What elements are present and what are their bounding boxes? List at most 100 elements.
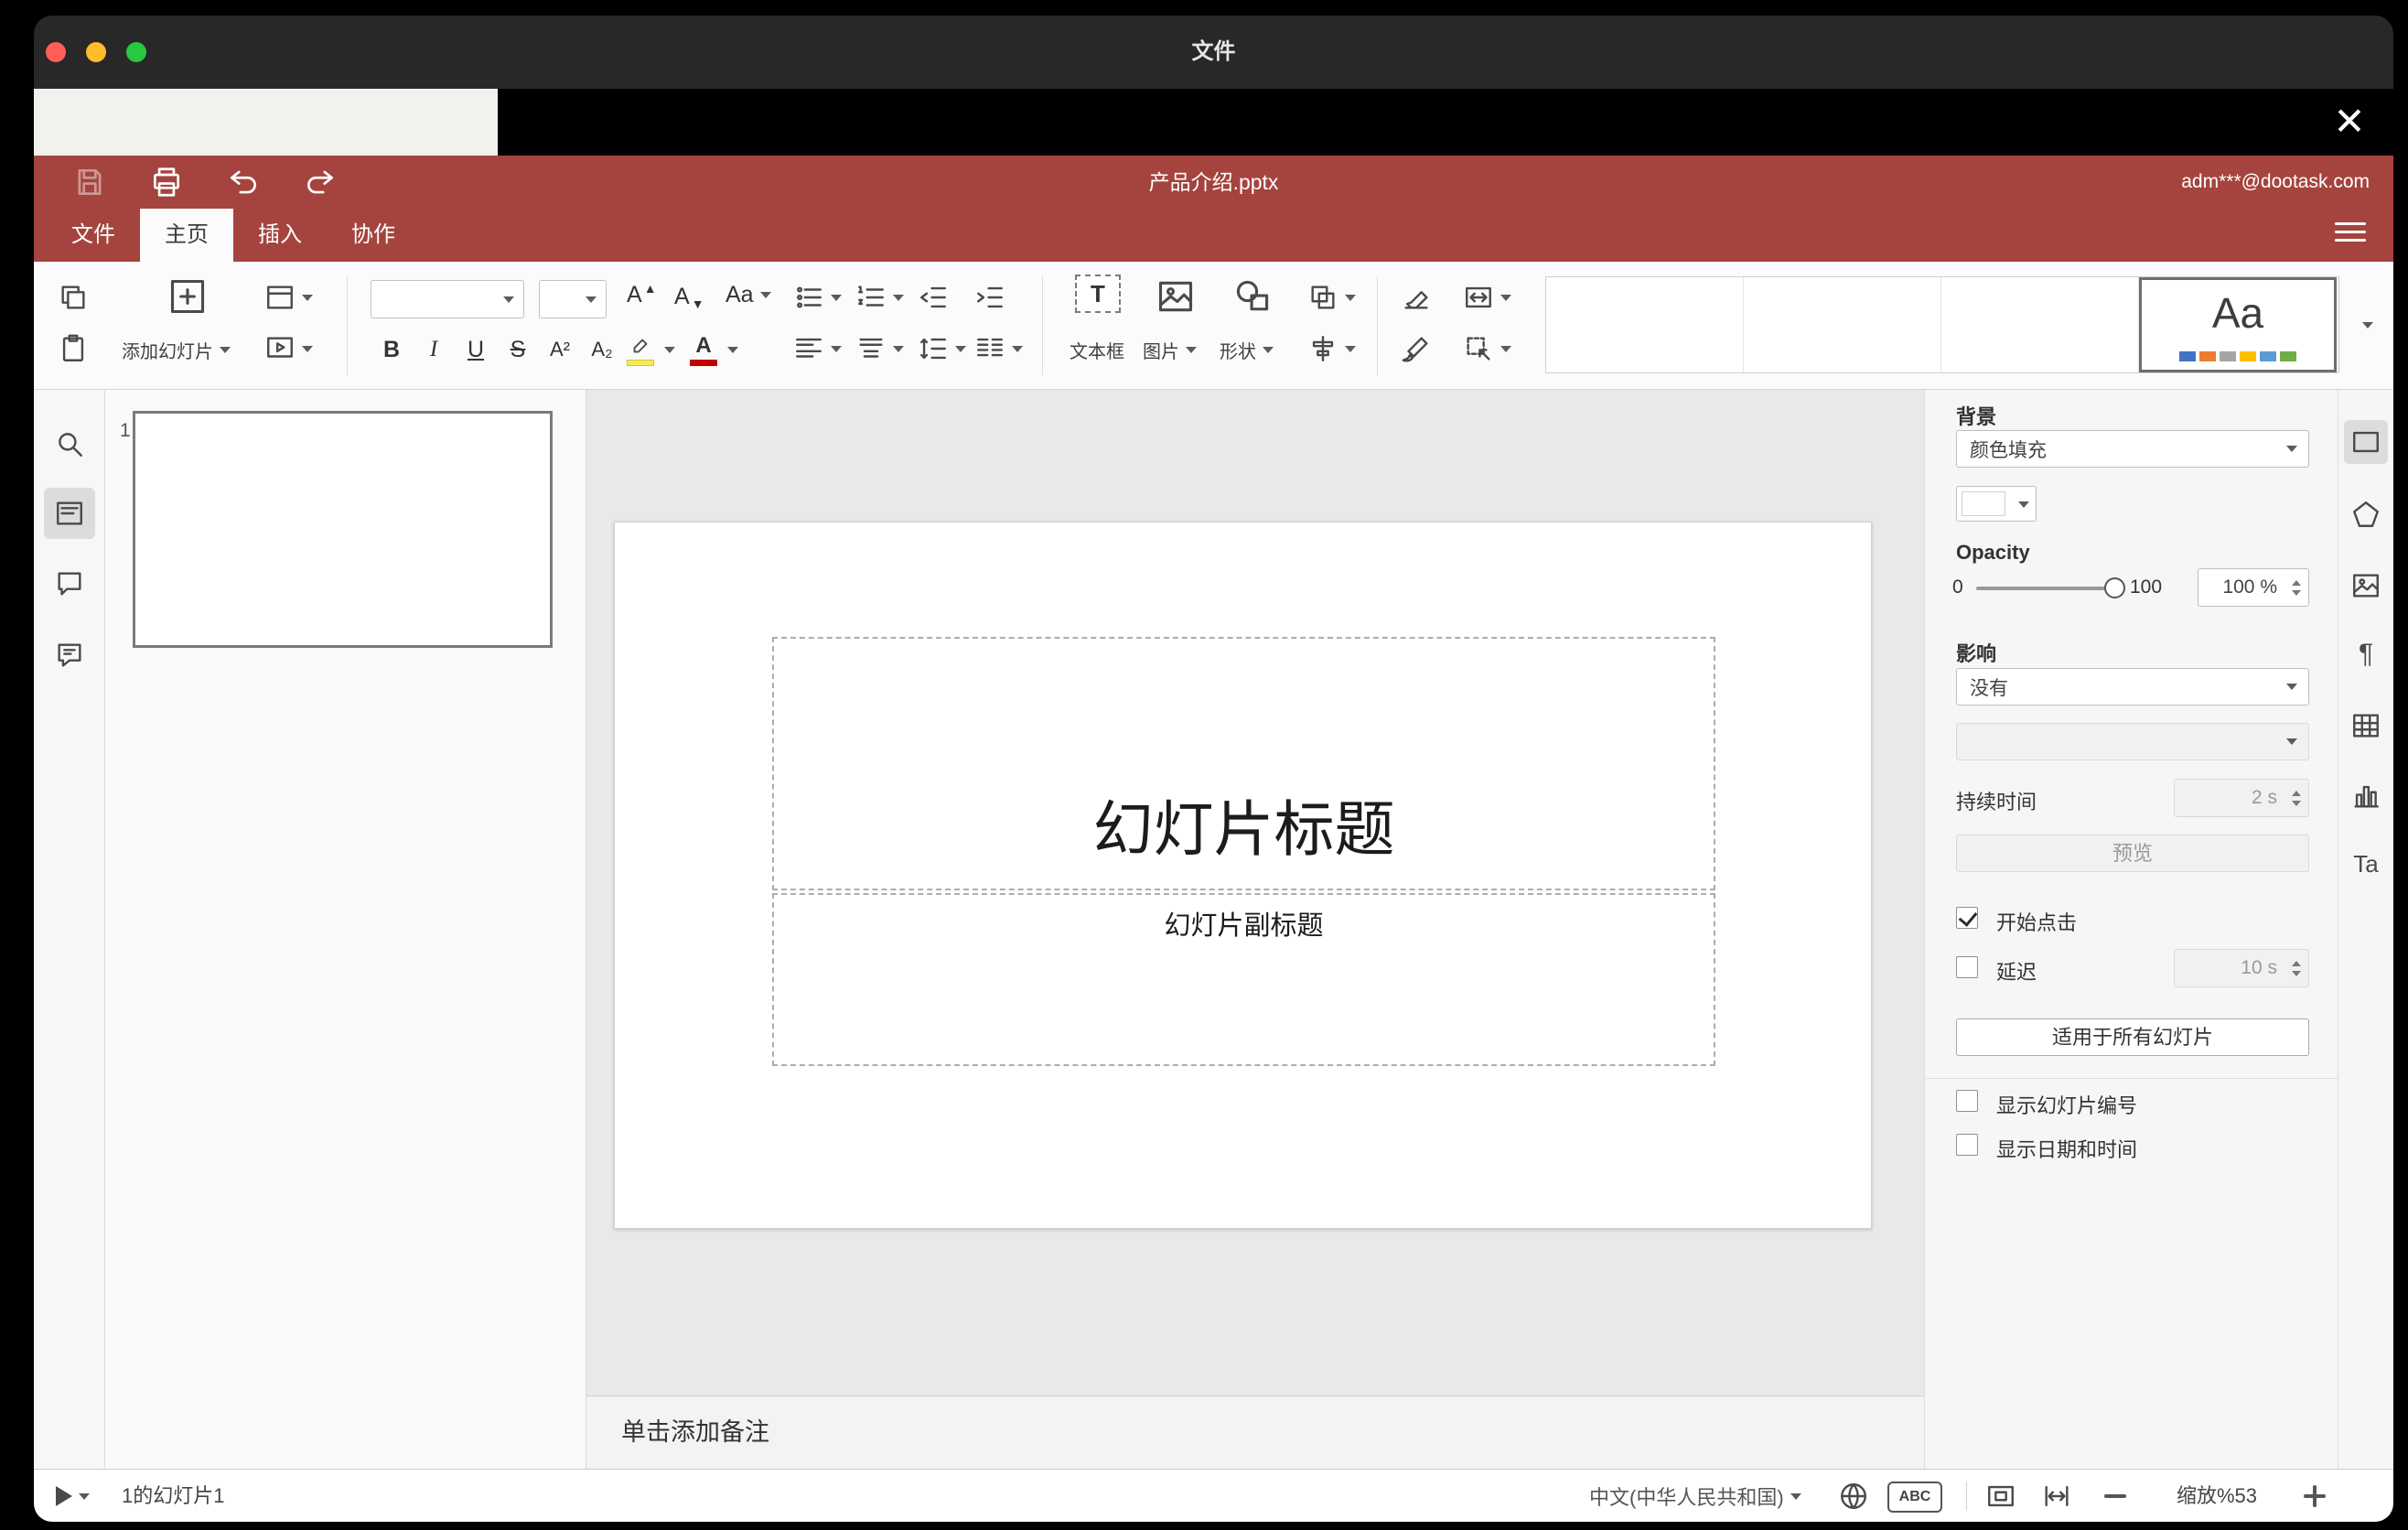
- current-color-chip: [1962, 491, 2005, 516]
- italic-button[interactable]: I: [413, 329, 455, 370]
- font-name-combo[interactable]: [371, 280, 524, 318]
- add-slide-dropdown[interactable]: 添加幻灯片: [122, 337, 231, 363]
- theme-tile-selected[interactable]: Aa: [2139, 277, 2337, 372]
- chart-settings-button[interactable]: [2344, 774, 2388, 818]
- duration-input[interactable]: 2 s: [2174, 779, 2309, 817]
- subtitle-placeholder[interactable]: 幻灯片副标题: [772, 893, 1715, 1066]
- slide-size-button[interactable]: [1463, 282, 1511, 313]
- preview-button[interactable]: 预览: [1956, 835, 2309, 872]
- comments-button[interactable]: [44, 558, 95, 609]
- insert-image-button[interactable]: [1156, 276, 1196, 317]
- fit-width-icon[interactable]: [2041, 1481, 2072, 1512]
- clear-style-button[interactable]: [1401, 282, 1432, 313]
- chevron-down-icon: [586, 296, 597, 303]
- chevron-down-icon: [1500, 294, 1511, 301]
- image-settings-button[interactable]: [2344, 564, 2388, 608]
- effect-select[interactable]: 没有: [1956, 668, 2309, 706]
- tab-insert[interactable]: 插入: [233, 209, 327, 262]
- highlight-color-button[interactable]: [623, 334, 658, 366]
- print-icon[interactable]: [149, 165, 184, 199]
- change-case-button[interactable]: Aa: [726, 282, 771, 308]
- insert-image-dropdown[interactable]: 图片: [1143, 337, 1197, 363]
- title-placeholder[interactable]: 幻灯片标题: [772, 637, 1715, 890]
- table-settings-button[interactable]: [2344, 704, 2388, 748]
- underline-button[interactable]: U: [455, 329, 497, 370]
- theme-gallery-more-button[interactable]: [2352, 276, 2383, 373]
- zoom-in-button[interactable]: [2304, 1485, 2326, 1507]
- columns-button[interactable]: [974, 333, 1023, 364]
- fill-color-picker[interactable]: [1956, 486, 2037, 522]
- paragraph-settings-button[interactable]: ¶: [2344, 632, 2388, 676]
- line-spacing-button[interactable]: [918, 333, 966, 364]
- theme-tile-1[interactable]: [1546, 277, 1744, 372]
- select-tool-button[interactable]: [1463, 333, 1511, 364]
- decrease-font-button[interactable]: A ▼: [674, 282, 704, 312]
- theme-tile-3[interactable]: [1941, 277, 2139, 372]
- chat-button[interactable]: [44, 630, 95, 681]
- slides-panel-button[interactable]: [44, 488, 95, 539]
- spellcheck-button[interactable]: ABC: [1887, 1482, 1942, 1513]
- paste-button[interactable]: [58, 333, 89, 364]
- start-slideshow-statusbar-button[interactable]: [56, 1470, 90, 1522]
- strikeout-button[interactable]: S: [497, 329, 539, 370]
- copy-style-button[interactable]: [1401, 333, 1432, 364]
- zoom-out-button[interactable]: [2104, 1494, 2126, 1498]
- increase-indent-button[interactable]: [974, 282, 1005, 313]
- spinner-icon[interactable]: [2292, 780, 2301, 816]
- fit-slide-icon[interactable]: [1985, 1481, 2016, 1512]
- toolbar-separator: [347, 276, 348, 375]
- apply-to-all-slides-button[interactable]: 适用于所有幻灯片: [1956, 1018, 2309, 1056]
- shape-settings-button[interactable]: [2344, 492, 2388, 536]
- opacity-value-input[interactable]: 100 %: [2198, 568, 2309, 607]
- slide[interactable]: 幻灯片标题 幻灯片副标题: [614, 522, 1872, 1229]
- decrease-indent-button[interactable]: [918, 282, 949, 313]
- add-slide-button[interactable]: [167, 276, 208, 317]
- effect-type-select[interactable]: [1956, 723, 2309, 760]
- opacity-slider-knob[interactable]: [2104, 577, 2125, 598]
- numbering-button[interactable]: [855, 282, 904, 313]
- tab-home[interactable]: 主页: [140, 209, 233, 262]
- increase-font-button[interactable]: A ▲: [627, 281, 657, 308]
- spinner-icon[interactable]: [2292, 950, 2301, 986]
- textart-settings-button[interactable]: Ta: [2344, 842, 2388, 886]
- slide-layout-button[interactable]: [264, 282, 313, 313]
- start-on-click-checkbox[interactable]: [1956, 907, 1978, 929]
- insert-textbox-button[interactable]: T: [1075, 275, 1121, 313]
- slide-settings-button[interactable]: [2344, 420, 2388, 464]
- undo-icon[interactable]: [226, 165, 261, 199]
- horizontal-align-button[interactable]: [793, 333, 842, 364]
- subscript-button[interactable]: A₂: [581, 329, 623, 370]
- bold-button[interactable]: B: [371, 329, 413, 370]
- insert-shape-button[interactable]: [1232, 276, 1273, 317]
- globe-icon[interactable]: [1838, 1481, 1869, 1512]
- vertical-align-button[interactable]: [855, 333, 904, 364]
- bullets-button[interactable]: [793, 282, 842, 313]
- tab-file[interactable]: 文件: [47, 209, 140, 262]
- delay-input[interactable]: 10 s: [2174, 949, 2309, 987]
- insert-shape-dropdown[interactable]: 形状: [1220, 337, 1274, 363]
- start-slideshow-button[interactable]: [264, 333, 313, 364]
- theme-tile-2[interactable]: [1744, 277, 1941, 372]
- font-color-button[interactable]: A: [686, 333, 721, 366]
- show-date-time-checkbox[interactable]: [1956, 1134, 1978, 1156]
- language-selector[interactable]: 中文(中华人民共和国): [1589, 1470, 1801, 1522]
- slide-canvas[interactable]: 幻灯片标题 幻灯片副标题: [586, 390, 1924, 1395]
- slide-thumbnail[interactable]: [133, 411, 553, 648]
- delay-checkbox[interactable]: [1956, 956, 1978, 978]
- spinner-icon[interactable]: [2292, 569, 2301, 606]
- tab-collaboration[interactable]: 协作: [327, 209, 420, 262]
- close-icon[interactable]: ✕: [2326, 98, 2373, 145]
- opacity-slider-track[interactable]: [1976, 587, 2113, 590]
- save-icon[interactable]: [72, 165, 107, 199]
- font-size-combo[interactable]: [539, 280, 607, 318]
- hamburger-menu-icon[interactable]: [2335, 217, 2366, 247]
- copy-button[interactable]: [58, 282, 89, 313]
- superscript-button[interactable]: A²: [539, 329, 581, 370]
- fill-type-select[interactable]: 颜色填充: [1956, 430, 2309, 468]
- insert-textbox-label[interactable]: 文本框: [1070, 337, 1124, 363]
- show-slide-number-checkbox[interactable]: [1956, 1090, 1978, 1112]
- search-button[interactable]: [44, 418, 95, 469]
- notes-area[interactable]: 单击添加备注: [586, 1395, 1924, 1469]
- align-objects-button[interactable]: [1307, 333, 1356, 364]
- arrange-button[interactable]: [1307, 282, 1356, 313]
